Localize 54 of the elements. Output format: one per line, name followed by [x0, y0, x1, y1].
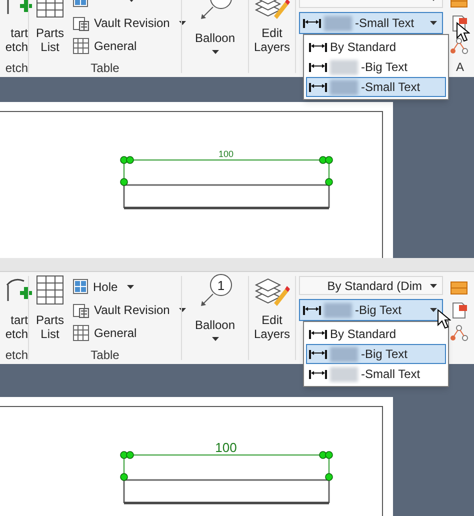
table-doc-icon — [73, 15, 90, 31]
dimension-style-icon — [309, 62, 327, 72]
dropdown-arrow-icon — [430, 284, 437, 288]
start-sketch-button[interactable]: tart etch — [4, 272, 28, 346]
dimension-style-icon — [309, 42, 327, 52]
dimension-text: 100 — [218, 150, 234, 159]
ribbon-button[interactable]: Vault Revision — [73, 14, 186, 32]
edit-layers-button[interactable]: Edit Layers — [250, 272, 294, 364]
style-dropdown[interactable]: By Standard (Dim — [299, 276, 443, 295]
list-item[interactable]: -Big Text — [306, 344, 446, 364]
dropdown-arrow-icon — [430, 308, 437, 312]
group-label: Table — [90, 60, 120, 77]
balloon-button[interactable]: 1 Balloon — [194, 272, 236, 346]
dimension-style-icon — [303, 304, 321, 316]
list-item[interactable]: -Small Text — [306, 77, 446, 97]
leader-arrow-icon — [200, 6, 214, 20]
dimension-style-icon — [309, 82, 327, 92]
group-label: A — [456, 59, 464, 76]
list-item[interactable]: -Small Text — [306, 364, 446, 384]
ribbon-button[interactable]: Vault Revision — [73, 301, 186, 319]
parts-list-button[interactable]: Parts List — [33, 272, 68, 346]
balloon-icon: 1 — [210, 274, 232, 296]
layer-dropdown[interactable]: -Small Text — [299, 12, 443, 34]
dimension-style-icon — [309, 348, 327, 360]
dimension-style-icon — [303, 18, 321, 28]
mouse-pointer-icon — [456, 22, 470, 42]
list-item[interactable]: By Standard — [306, 37, 446, 57]
group-label: etch — [5, 347, 28, 364]
list-item[interactable]: -Big Text — [306, 57, 446, 77]
dimension-style-icon — [309, 328, 327, 340]
table-icon — [73, 325, 90, 341]
ruler-icon — [450, 279, 468, 297]
table-icon — [73, 38, 90, 54]
caret-icon — [212, 337, 218, 341]
group-label: Table — [90, 347, 120, 364]
edit-layers-button[interactable]: Edit Layers — [250, 0, 294, 77]
table-doc-icon — [73, 302, 90, 318]
parts-list-button[interactable]: Parts List — [33, 0, 68, 59]
list-item[interactable]: By Standard — [306, 324, 446, 344]
caret-icon — [212, 50, 218, 54]
document-icon — [450, 302, 468, 320]
dimension-style-icon — [309, 368, 327, 380]
ribbon-button[interactable]: General — [73, 324, 186, 342]
leader-arrow-icon — [200, 293, 214, 307]
grid-dots-icon — [73, 279, 88, 295]
ribbon-button[interactable]: General — [73, 37, 186, 55]
start-sketch-button[interactable]: tart etch — [4, 0, 28, 59]
dimension-text: 100 — [215, 441, 237, 454]
balloon-button[interactable]: Balloon — [194, 0, 236, 59]
dropdown-arrow-icon — [430, 21, 437, 25]
table-icon — [36, 275, 64, 305]
ribbon-button[interactable]: Hole — [73, 278, 186, 296]
layer-dropdown[interactable]: -Big Text — [299, 299, 443, 321]
group-label: etch — [5, 60, 28, 77]
